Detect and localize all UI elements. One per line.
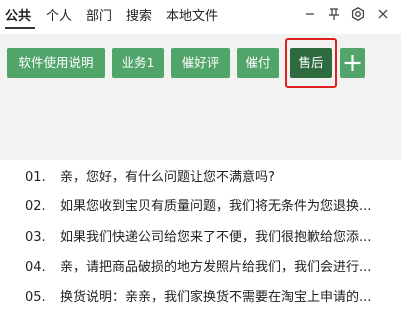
close-icon[interactable]: [375, 6, 391, 22]
list-item[interactable]: 03. 如果我们快递公司给您来了不便，我们很抱歉给您添...: [0, 224, 401, 252]
quick-reply-list: 01. 亲，您好，有什么问题让您不满意吗? 02. 如果您收到宝贝有质量问题，我…: [0, 160, 401, 316]
list-item[interactable]: 01. 亲，您好，有什么问题让您不满意吗?: [0, 164, 401, 192]
category-button-review-reminder[interactable]: 催好评: [171, 48, 230, 78]
item-text: 换货说明：亲亲，我们家换货不需要在淘宝上申请的...: [60, 290, 372, 305]
tab-public[interactable]: 公共: [5, 8, 31, 25]
add-category-button[interactable]: [340, 48, 365, 78]
item-number: 03.: [25, 230, 46, 245]
top-tab-bar: 公共 个人 部门 搜索 本地文件: [0, 0, 401, 34]
category-button-after-sales[interactable]: 售后: [290, 48, 332, 78]
category-button-payment-reminder[interactable]: 催付: [237, 48, 279, 78]
plus-icon: [344, 55, 361, 71]
category-button-business1[interactable]: 业务1: [112, 48, 164, 78]
item-number: 05.: [25, 290, 46, 305]
active-tab-indicator: [5, 27, 35, 29]
item-number: 01.: [25, 170, 46, 185]
category-toolbar: 软件使用说明 业务1 催好评 催付 售后: [0, 34, 401, 160]
item-text: 如果我们快递公司给您来了不便，我们很抱歉给您添...: [60, 230, 372, 245]
list-item[interactable]: 02. 如果您收到宝贝有质量问题，我们将无条件为您退换...: [0, 193, 401, 221]
pin-icon[interactable]: [326, 6, 342, 22]
item-text: 如果您收到宝贝有质量问题，我们将无条件为您退换...: [60, 199, 372, 214]
minimize-icon[interactable]: [302, 6, 318, 22]
list-item[interactable]: 04. 亲，请把商品破损的地方发照片给我们，我们会进行...: [0, 254, 401, 282]
category-button-software-guide[interactable]: 软件使用说明: [7, 48, 105, 78]
item-number: 04.: [25, 260, 46, 275]
item-number: 02.: [25, 199, 46, 214]
tab-department[interactable]: 部门: [86, 8, 112, 25]
item-text: 亲，您好，有什么问题让您不满意吗?: [60, 170, 275, 185]
list-item[interactable]: 05. 换货说明：亲亲，我们家换货不需要在淘宝上申请的...: [0, 284, 401, 312]
tab-personal[interactable]: 个人: [46, 8, 72, 25]
item-text: 亲，请把商品破损的地方发照片给我们，我们会进行...: [60, 260, 372, 275]
tab-local-files[interactable]: 本地文件: [166, 8, 218, 25]
tab-search[interactable]: 搜索: [126, 8, 152, 25]
gear-icon[interactable]: [350, 6, 366, 22]
